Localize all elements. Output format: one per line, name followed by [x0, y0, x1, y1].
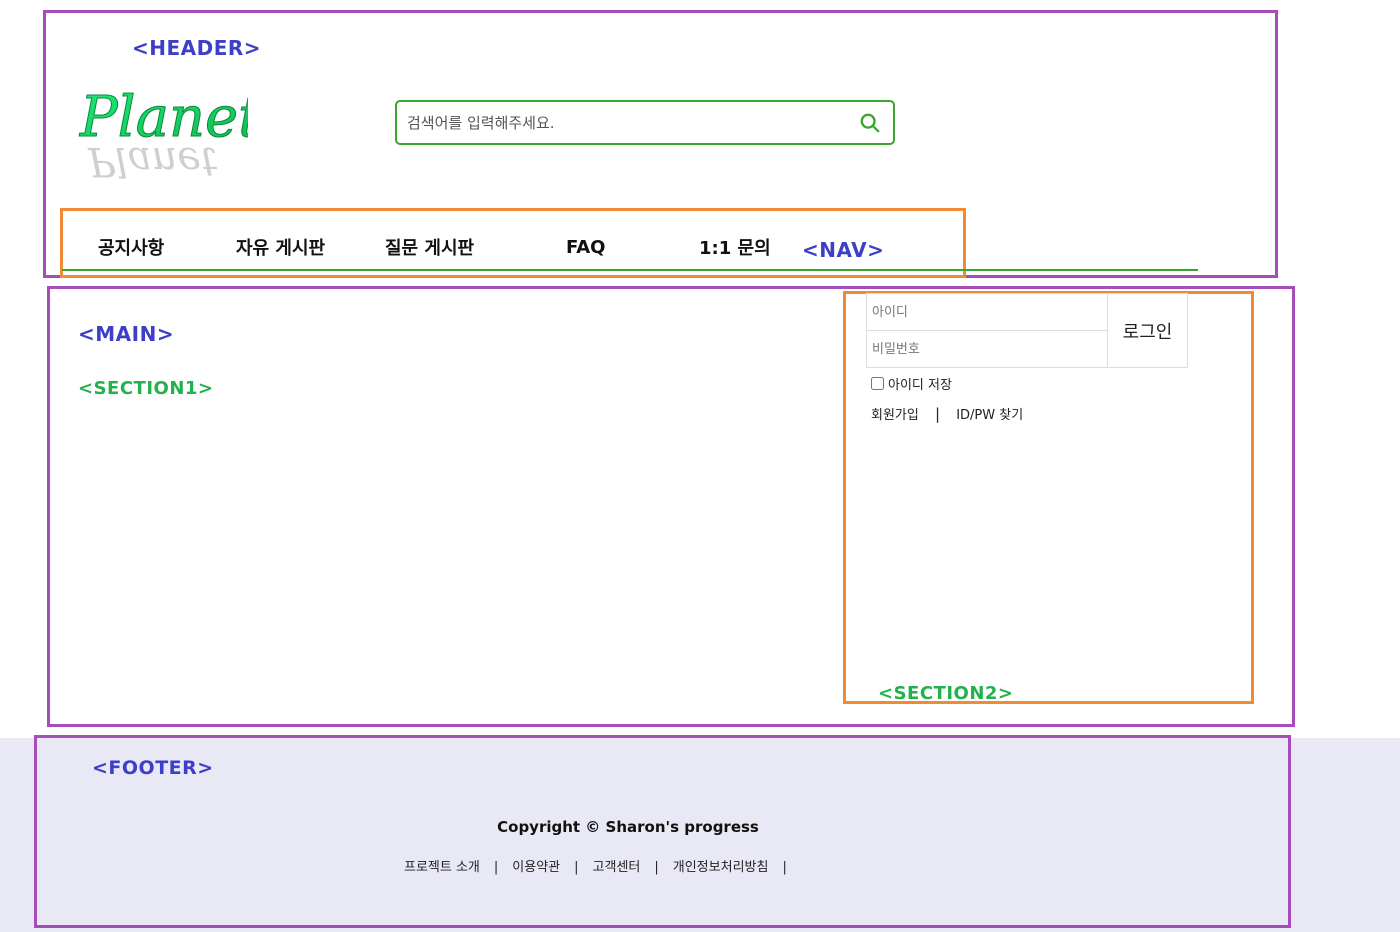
nav-tag: <NAV>: [802, 238, 885, 262]
nav-item-free-board[interactable]: 자유 게시판: [236, 234, 325, 260]
remember-id: 아이디 저장: [871, 374, 952, 393]
nav-underline: [62, 269, 1198, 271]
footer-link-terms[interactable]: 이용약관: [512, 860, 560, 875]
footer-separator: |: [654, 860, 659, 875]
search-bar: [395, 100, 895, 145]
main-tag: <MAIN>: [78, 322, 175, 346]
header-tag: <HEADER>: [132, 36, 262, 60]
nav-item-question-board[interactable]: 질문 게시판: [385, 234, 474, 260]
copyright-text: Copyright © Sharon's progress: [497, 818, 759, 836]
section1-tag: <SECTION1>: [78, 378, 214, 399]
id-input[interactable]: [867, 294, 1107, 330]
search-input[interactable]: [407, 108, 837, 137]
logo-reflection: Planet: [87, 138, 218, 184]
nav-item-faq[interactable]: FAQ: [566, 237, 605, 258]
planet-logo[interactable]: Planet Planet: [78, 76, 262, 186]
account-links-separator: |: [934, 405, 941, 423]
signup-link[interactable]: 회원가입: [871, 408, 919, 423]
footer-link-support[interactable]: 고객센터: [593, 860, 641, 875]
remember-id-checkbox[interactable]: [871, 377, 884, 390]
nav-item-notice[interactable]: 공지사항: [98, 234, 164, 260]
nav-item-inquiry[interactable]: 1:1 문의: [699, 234, 771, 260]
footer-link-project-intro[interactable]: 프로젝트 소개: [404, 860, 480, 875]
find-id-pw-link[interactable]: ID/PW 찾기: [956, 408, 1023, 423]
login-button[interactable]: 로그인: [1108, 294, 1187, 367]
planet-logo-art: Planet Planet: [79, 85, 262, 185]
footer-separator: |: [493, 860, 499, 875]
footer-separator: |: [782, 860, 787, 875]
footer-separator: |: [574, 860, 579, 875]
search-icon[interactable]: [859, 112, 881, 134]
section2-tag: <SECTION2>: [878, 683, 1014, 704]
account-links: 회원가입 | ID/PW 찾기: [871, 404, 1023, 423]
remember-id-label: 아이디 저장: [888, 378, 952, 393]
footer-tag: <FOOTER>: [92, 757, 214, 779]
password-input[interactable]: [867, 331, 1107, 367]
footer-links: 프로젝트 소개 | 이용약관 | 고객센터 | 개인정보처리방침 |: [404, 856, 801, 875]
footer-link-privacy[interactable]: 개인정보처리방침: [673, 860, 769, 875]
login-form: 로그인: [866, 293, 1188, 368]
